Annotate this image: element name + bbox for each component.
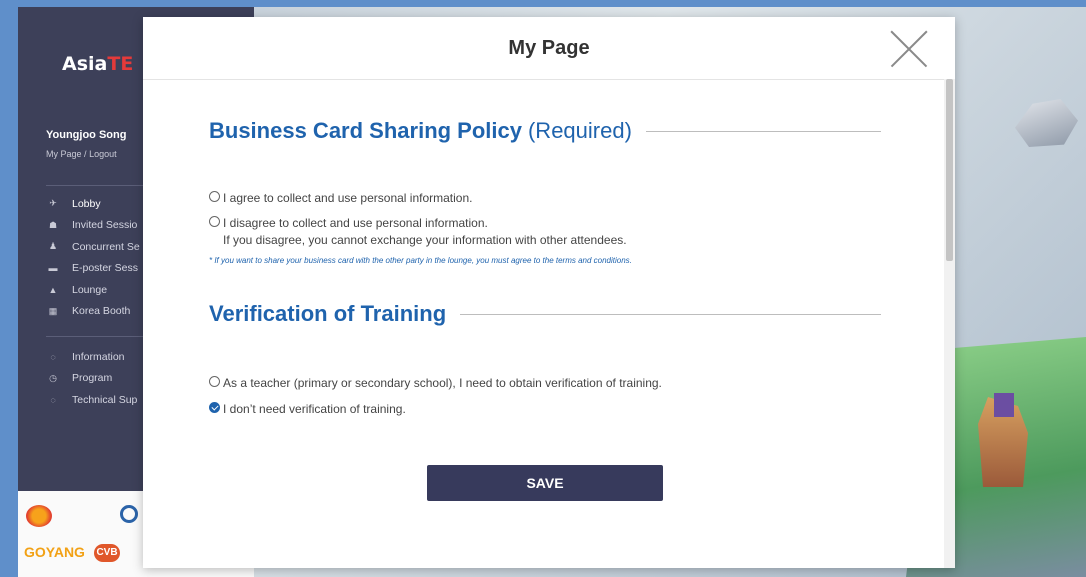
chat-icon: ◌ xyxy=(50,351,56,362)
booth-icon: ▦ xyxy=(48,305,58,316)
background-building-top xyxy=(994,393,1014,417)
coffee-icon: ▲ xyxy=(48,284,58,295)
sidebar-item-invited-session[interactable]: ☗ Invited Sessio xyxy=(46,215,140,237)
no-verification-option[interactable]: I don’t need verification of training. xyxy=(209,402,406,416)
poster-icon: ▬ xyxy=(48,263,58,274)
logout-link[interactable]: Logout xyxy=(89,149,117,159)
scroll-thumb[interactable] xyxy=(946,79,953,261)
logo: AsiaTE xyxy=(62,53,134,75)
disagree-radio[interactable] xyxy=(209,216,220,227)
clock-icon: ◷ xyxy=(49,372,57,383)
sidebar-item-eposter-session[interactable]: ▬ E-poster Sess xyxy=(46,258,140,280)
policy-note: * If you want to share your business car… xyxy=(209,256,632,265)
sidebar-item-lobby[interactable]: ✈ Lobby xyxy=(46,193,140,215)
sidebar-nav-secondary: ◌ Information ◷ Program ◌ Technical Sup xyxy=(46,346,137,411)
teacher-option[interactable]: As a teacher (primary or secondary schoo… xyxy=(209,376,662,390)
cvb-logo: CVB xyxy=(94,544,120,562)
no-verification-label: I don’t need verification of training. xyxy=(223,402,406,416)
partner-logo-ring xyxy=(120,505,138,523)
sidebar-item-information[interactable]: ◌ Information xyxy=(46,346,137,368)
my-page-modal: My Page Business Card Sharing Policy (Re… xyxy=(143,17,955,568)
link-separator: / xyxy=(84,149,87,159)
scrollbar[interactable] xyxy=(944,79,955,568)
chat-icon: ◌ xyxy=(50,394,56,405)
modal-title: My Page xyxy=(508,37,590,59)
teacher-radio[interactable] xyxy=(209,376,220,387)
save-button[interactable]: SAVE xyxy=(427,465,663,501)
disagree-label: I disagree to collect and use personal i… xyxy=(223,216,488,230)
heading-rule xyxy=(645,130,881,132)
my-page-link[interactable]: My Page xyxy=(46,149,82,159)
disagree-option[interactable]: I disagree to collect and use personal i… xyxy=(209,216,627,247)
training-title: Verification of Training xyxy=(209,301,447,326)
teacher-label: As a teacher (primary or secondary schoo… xyxy=(223,376,662,390)
policy-title: Business Card Sharing Policy xyxy=(209,118,522,143)
no-verification-radio-checked[interactable] xyxy=(209,402,220,413)
training-heading: Verification of Training xyxy=(209,301,881,327)
agree-label: I agree to collect and use personal info… xyxy=(223,191,473,205)
sidebar-item-technical-support[interactable]: ◌ Technical Sup xyxy=(46,389,137,411)
user-links: My Page / Logout xyxy=(46,149,126,159)
close-icon[interactable] xyxy=(891,31,927,67)
person-icon: ☗ xyxy=(48,219,58,230)
policy-required: (Required) xyxy=(527,118,632,143)
partner-logo-mark xyxy=(26,505,52,527)
background-rock xyxy=(1015,99,1078,147)
sidebar-item-concurrent-session[interactable]: ♟ Concurrent Se xyxy=(46,236,140,258)
sidebar-item-korea-booth[interactable]: ▦ Korea Booth xyxy=(46,301,140,323)
agree-radio[interactable] xyxy=(209,191,220,202)
goyang-logo: GOYANG xyxy=(24,544,85,560)
modal-header: My Page xyxy=(143,17,955,80)
heading-rule xyxy=(460,313,881,315)
user-name: Youngjoo Song xyxy=(46,129,127,141)
user-block: Youngjoo Song My Page / Logout xyxy=(46,129,126,159)
policy-heading: Business Card Sharing Policy (Required) xyxy=(209,118,881,144)
plane-icon: ✈ xyxy=(49,198,57,209)
people-icon: ♟ xyxy=(48,241,58,252)
sidebar-item-program[interactable]: ◷ Program xyxy=(46,368,137,390)
sidebar-item-lounge[interactable]: ▲ Lounge xyxy=(46,279,140,301)
sidebar-nav: ✈ Lobby ☗ Invited Sessio ♟ Concurrent Se ▬ E… xyxy=(46,193,140,322)
agree-option[interactable]: I agree to collect and use personal info… xyxy=(209,191,472,205)
disagree-text: I disagree to collect and use personal i… xyxy=(223,216,627,247)
disagree-sub-label: If you disagree, you cannot exchange you… xyxy=(223,233,627,247)
